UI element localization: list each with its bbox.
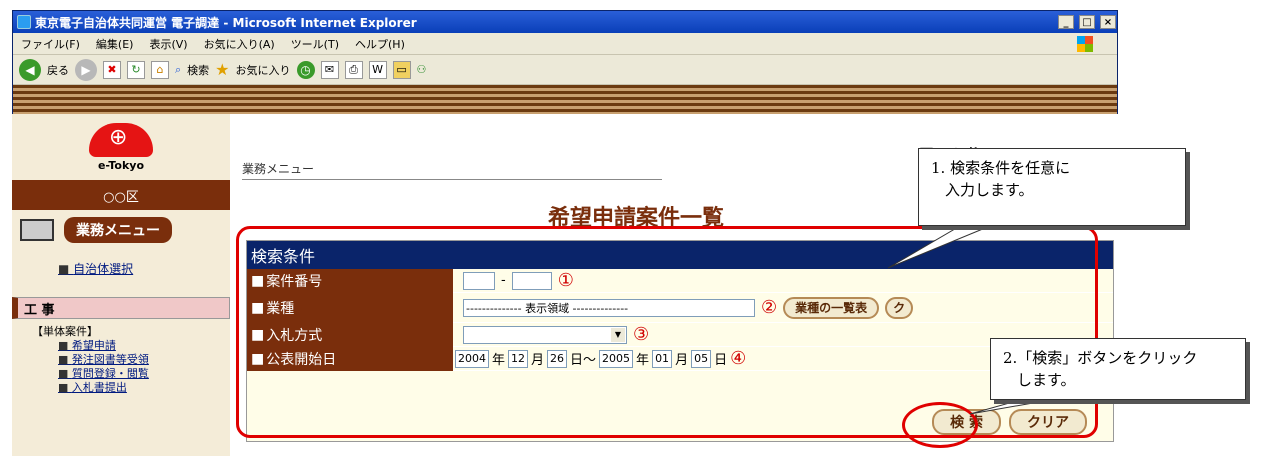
label-industry: 業種	[247, 292, 453, 323]
row-industry: 業種 -------------- 表示領域 -------------- ② …	[247, 292, 1113, 323]
menu-help[interactable]: ヘルプ(H)	[355, 36, 405, 52]
bid-method-fields: ③	[453, 324, 649, 345]
menu-header: 業務メニュー	[12, 210, 230, 250]
from-day-input[interactable]: 26	[547, 349, 568, 368]
title-bar: 東京電子自治体共同運営 電子調達 - Microsoft Internet Ex…	[13, 11, 1117, 33]
to-year-input[interactable]: 2005	[599, 349, 634, 368]
marker-2: ②	[761, 297, 778, 318]
month-label-1: 月	[531, 353, 545, 368]
home-icon[interactable]: ⌂	[151, 60, 169, 79]
industry-fields: -------------- 表示領域 -------------- ② 業種の…	[453, 296, 914, 319]
sidebar-item-questions[interactable]: 質問登録・閲覧	[12, 367, 230, 381]
link-select-municipality[interactable]: 自治体選択	[12, 260, 230, 277]
sidebar: e-Tokyo ○○区 業務メニュー 自治体選択 工 事 【単体案件】 希望申請…	[12, 114, 230, 456]
year-label-1: 年	[492, 353, 506, 368]
toolbar: ◀ 戻る ▶ ✖ ↻ ⌂ ⌕ 検索 ★ お気に入り ◷ ✉ ⎙ W ▭ ⚇	[13, 55, 1117, 85]
folder-icon[interactable]: ▭	[392, 60, 411, 79]
section-construction: 工 事	[12, 297, 230, 319]
mail-icon[interactable]: ✉	[320, 60, 339, 79]
year-label-2: 年	[636, 353, 650, 368]
case-number-input-2[interactable]	[511, 271, 552, 290]
ie-icon	[17, 15, 31, 29]
case-number-input-1[interactable]	[463, 271, 495, 290]
window-title: 東京電子自治体共同運営 電子調達 - Microsoft Internet Ex…	[35, 15, 417, 30]
industry-display-field: -------------- 表示領域 --------------	[463, 298, 755, 317]
history-icon[interactable]: ◷	[296, 60, 315, 79]
from-month-input[interactable]: 12	[508, 349, 529, 368]
label-public-start: 公表開始日	[247, 346, 453, 371]
menu-label: 業務メニュー	[64, 217, 172, 243]
sidebar-item-bid[interactable]: 入札書提出	[12, 381, 230, 395]
windows-logo-icon	[1077, 36, 1093, 52]
search-button-highlight	[902, 402, 978, 448]
back-arrow-icon[interactable]: ◀	[19, 58, 41, 81]
to-month-input[interactable]: 01	[652, 349, 673, 368]
callout-2: 2.「検索」ボタンをクリック します。	[990, 338, 1246, 400]
messenger-icon[interactable]: ⚇	[417, 63, 427, 76]
callout-1-line-2: 入力します。	[945, 181, 1034, 199]
callout-2-line-1: 2.「検索」ボタンをクリック	[1003, 349, 1198, 367]
menu-breadcrumb: 業務メニュー	[242, 160, 662, 180]
favorites-label[interactable]: お気に入り	[236, 62, 291, 78]
panel-body: 案件番号 - ① 業種 -------------- 表示領域 --------…	[247, 268, 1113, 441]
close-button[interactable]: ×	[1100, 15, 1116, 29]
row-case-number: 案件番号 - ①	[247, 268, 1113, 293]
menu-file[interactable]: ファイル(F)	[21, 36, 80, 52]
search-icon[interactable]: ⌕	[175, 63, 181, 77]
print-icon[interactable]: ⎙	[344, 60, 363, 79]
e-tokyo-logo: e-Tokyo	[12, 114, 230, 180]
sidebar-item-documents[interactable]: 発注図書等受領	[12, 353, 230, 367]
case-number-separator: -	[501, 273, 506, 288]
search-panel: 検索条件 案件番号 - ① 業種 -------------- 表示領域 ---…	[246, 240, 1114, 442]
row-bid-method: 入札方式 ③	[247, 322, 1113, 347]
forward-arrow-icon[interactable]: ▶	[75, 58, 97, 81]
marker-1: ①	[557, 270, 574, 291]
month-label-2: 月	[675, 353, 689, 368]
menu-bar: ファイル(F) 編集(E) 表示(V) お気に入り(A) ツール(T) ヘルプ(…	[13, 33, 1117, 55]
computer-icon	[20, 219, 54, 241]
marker-4: ④	[730, 348, 747, 369]
industry-list-button[interactable]: 業種の一覧表	[783, 296, 880, 319]
edit-icon[interactable]: W	[368, 60, 387, 79]
menu-edit[interactable]: 編集(E)	[96, 36, 134, 52]
subsection-single: 【単体案件】	[32, 325, 98, 338]
maximize-button[interactable]: □	[1079, 15, 1095, 29]
from-year-input[interactable]: 2004	[455, 349, 489, 368]
callout-1: 1. 検索条件を任意に 入力します。	[918, 148, 1186, 226]
callout-1-line-1: 1. 検索条件を任意に	[931, 159, 1071, 177]
date-fields: 2004 年 12 月 26 日～ 2005 年 01 月 05 日 ④	[453, 348, 746, 369]
stop-icon[interactable]: ✖	[103, 60, 121, 79]
menu-view[interactable]: 表示(V)	[149, 36, 187, 52]
minimize-button[interactable]: _	[1058, 15, 1074, 29]
back-label[interactable]: 戻る	[47, 62, 69, 78]
sidebar-item-application[interactable]: 希望申請	[12, 339, 230, 353]
marker-3: ③	[633, 324, 650, 345]
star-icon[interactable]: ★	[215, 60, 229, 79]
clear-button[interactable]: クリア	[1009, 409, 1087, 435]
panel-title: 検索条件	[247, 241, 1113, 269]
menu-tools[interactable]: ツール(T)	[291, 36, 339, 52]
page-header-stripes	[13, 85, 1117, 115]
refresh-icon[interactable]: ↻	[127, 60, 145, 79]
industry-clear-button[interactable]: ク	[885, 296, 914, 319]
label-case-number: 案件番号	[247, 268, 453, 293]
case-number-fields: - ①	[453, 270, 574, 291]
logo-text: e-Tokyo	[97, 158, 145, 172]
menu-favorites[interactable]: お気に入り(A)	[204, 36, 275, 52]
bid-method-select[interactable]	[463, 325, 627, 344]
logo-mark-icon	[89, 122, 153, 157]
callout-2-line-2: します。	[1017, 371, 1076, 389]
to-day-input[interactable]: 05	[691, 349, 712, 368]
ward-name: ○○区	[12, 180, 230, 210]
day-label: 日	[714, 353, 728, 368]
page-title: 希望申請案件一覧	[548, 206, 725, 231]
label-bid-method: 入札方式	[247, 322, 453, 347]
search-label[interactable]: 検索	[187, 62, 209, 78]
row-public-start: 公表開始日 2004 年 12 月 26 日～ 2005 年 01 月 05 日	[247, 346, 1113, 371]
range-label: 日～	[570, 353, 597, 368]
